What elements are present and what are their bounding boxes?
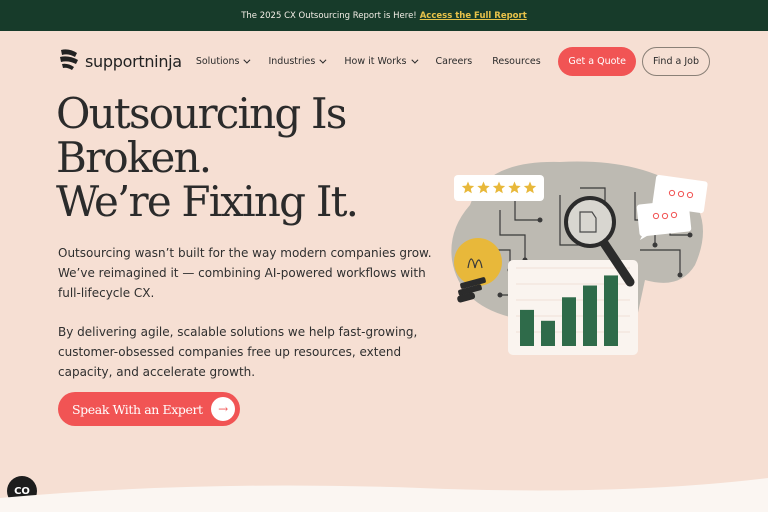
ninja-logo-icon: [58, 47, 80, 75]
announcement-bar: The 2025 CX Outsourcing Report is Here! …: [0, 0, 768, 31]
brand-name: supportninja: [85, 51, 182, 71]
chart-bar: [520, 309, 534, 346]
bottom-wave-divider: [0, 478, 768, 512]
nav-item-careers[interactable]: Careers: [436, 56, 473, 67]
logo[interactable]: supportninja: [58, 47, 182, 75]
chart-bar: [541, 320, 555, 346]
chart-bar: [562, 297, 576, 346]
rating-card: [454, 175, 544, 201]
chevron-down-icon: [319, 56, 327, 64]
hero-paragraph-1: Outsourcing wasn’t built for the way mod…: [58, 246, 432, 300]
announcement-text: The 2025 CX Outsourcing Report is Here!: [241, 10, 417, 21]
chevron-down-icon: [243, 56, 251, 64]
nav-menu: Solutions Industries How it Works Career…: [196, 56, 541, 67]
nav-item-label: Careers: [435, 55, 473, 67]
nav-item-label: Resources: [492, 55, 541, 67]
hero-title-line: Outsourcing Is: [56, 89, 347, 138]
cta-label: Speak With an Expert: [72, 401, 203, 417]
hero-title: Outsourcing Is Broken. We’re Fixing It.: [56, 89, 359, 226]
hero-title-line: We’re Fixing It.: [56, 177, 359, 226]
arrow-right-icon: →: [211, 397, 235, 421]
announcement-link[interactable]: Access the Full Report: [420, 11, 527, 21]
nav-item-how-it-works[interactable]: How it Works: [344, 55, 418, 67]
nav-item-solutions[interactable]: Solutions: [195, 55, 251, 67]
bar-chart-card: [508, 260, 638, 355]
nav-item-label: How it Works: [344, 55, 407, 67]
nav-actions: Get a Quote Find a Job: [558, 46, 710, 76]
chevron-down-icon: [410, 56, 418, 64]
main-nav: supportninja Solutions Industries How it…: [0, 31, 768, 91]
chart-bar: [604, 275, 618, 346]
speak-with-expert-button[interactable]: Speak With an Expert →: [58, 392, 240, 426]
find-job-button[interactable]: Find a Job: [642, 46, 710, 76]
get-quote-button[interactable]: Get a Quote: [558, 46, 637, 76]
hero-illustration: [451, 161, 708, 355]
nav-item-industries[interactable]: Industries: [268, 55, 327, 67]
hero-title-line: Broken.: [56, 133, 212, 182]
nav-item-resources[interactable]: Resources: [492, 56, 541, 67]
hero-paragraph-2: By delivering agile, scalable solutions …: [58, 325, 418, 379]
nav-item-label: Solutions: [195, 55, 240, 67]
chart-bar: [583, 285, 597, 346]
nav-item-label: Industries: [268, 55, 316, 67]
